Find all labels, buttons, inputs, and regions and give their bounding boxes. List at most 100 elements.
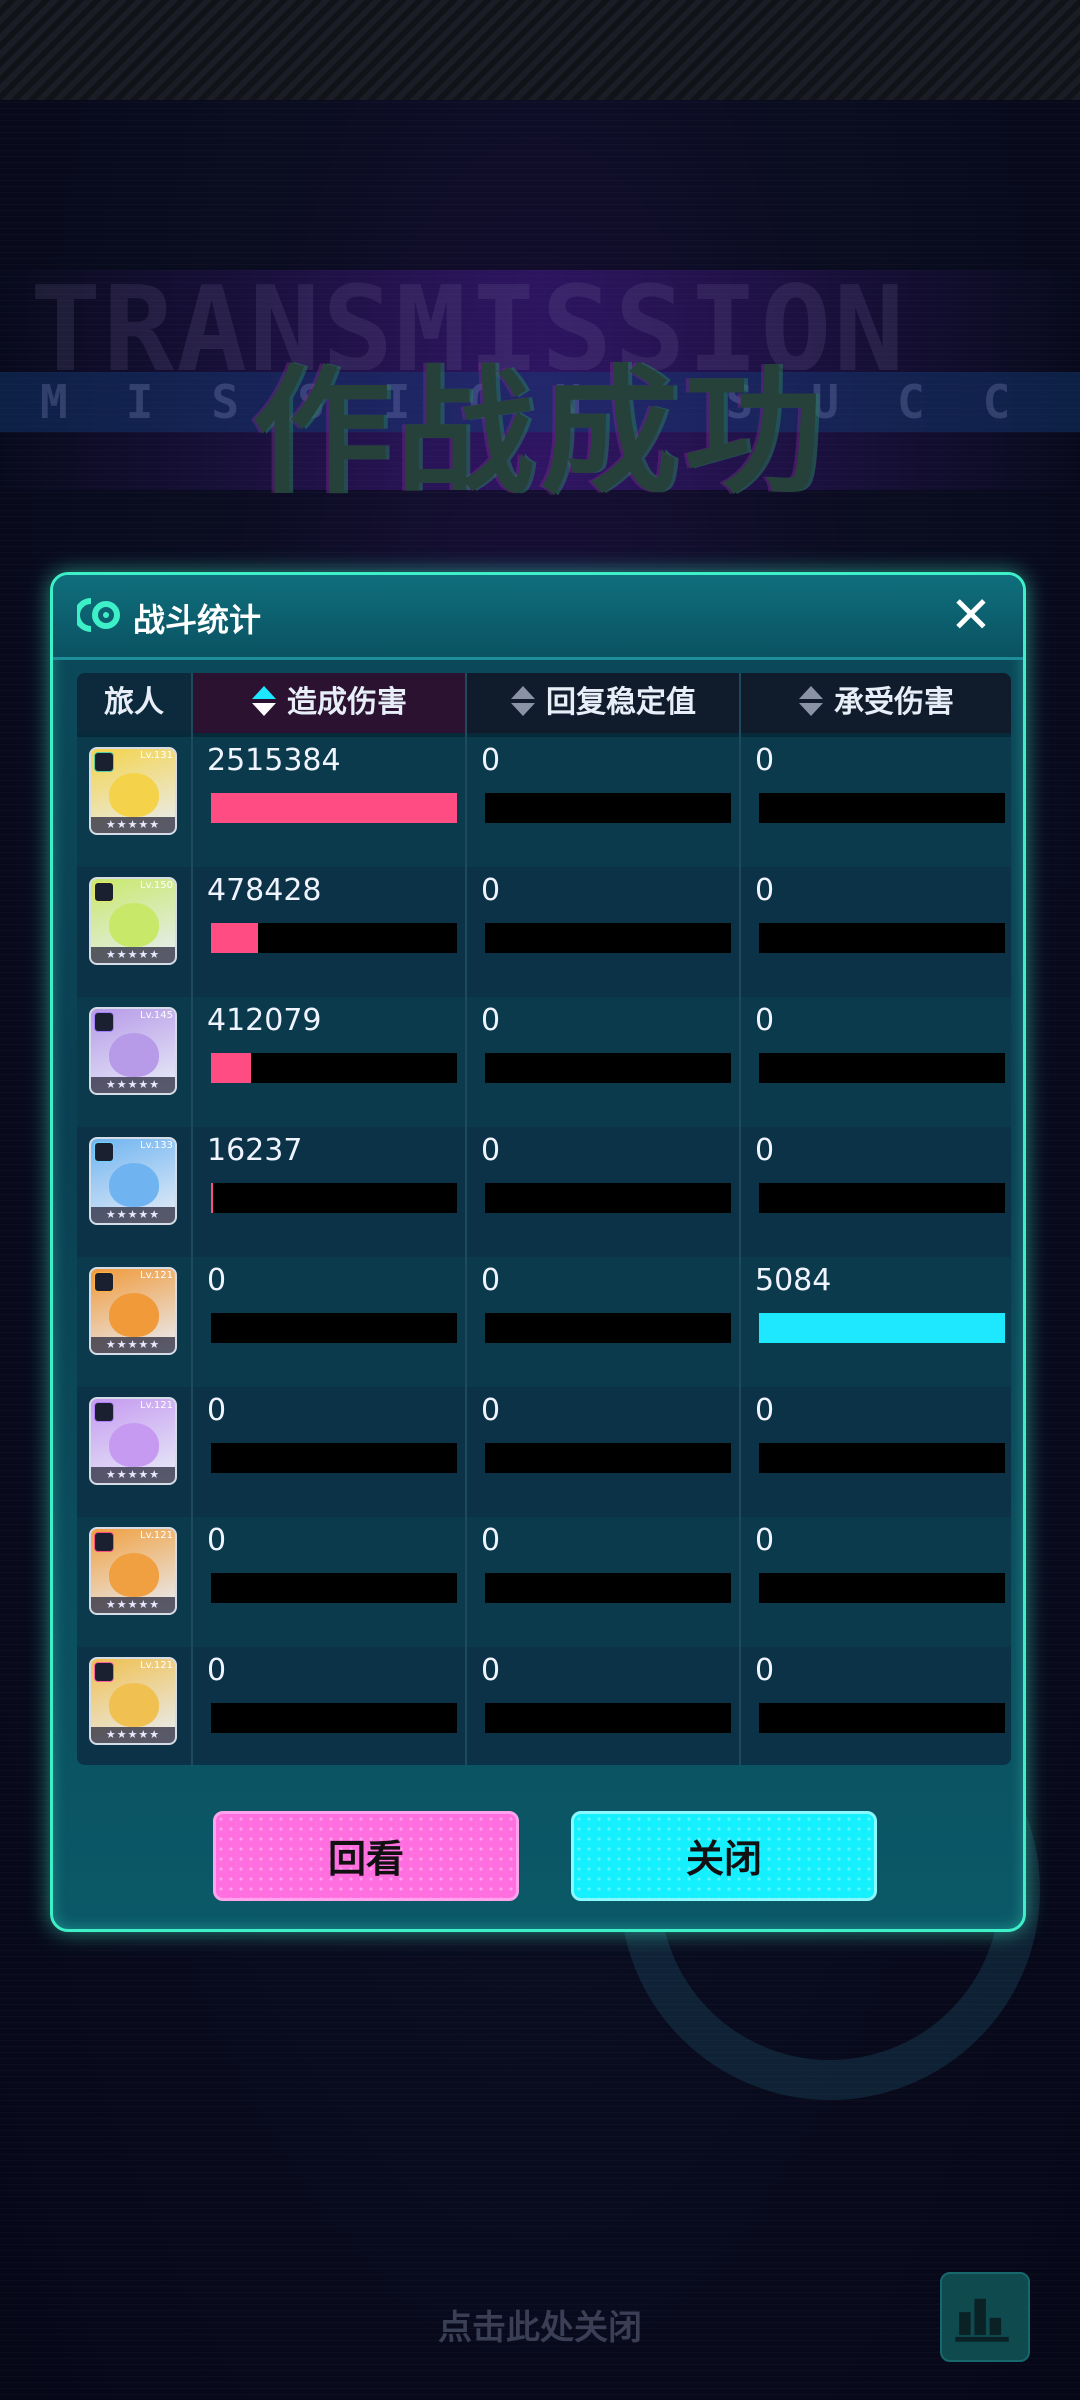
character-portrait [109, 1293, 159, 1337]
table-row: Lv.121 ★★★★★ 0 0 0 [77, 1387, 1011, 1517]
table-row: Lv.131 ★★★★★ 2515384 0 0 [77, 737, 1011, 867]
damage-taken-value: 0 [755, 873, 775, 908]
stability-restored-bar-track [485, 793, 731, 823]
column-divider [739, 673, 741, 1765]
damage-dealt-value: 412079 [207, 1003, 322, 1038]
damage-taken-value: 0 [755, 1133, 775, 1168]
stability-restored-bar-track [485, 1573, 731, 1603]
sort-icon [252, 685, 276, 716]
bar-chart-button[interactable] [940, 2272, 1030, 2362]
damage-dealt-bar-track [211, 1443, 457, 1473]
star-rating: ★★★★★ [91, 1727, 175, 1743]
stability-restored-value: 0 [481, 1003, 501, 1038]
header-damage-taken-label: 承受伤害 [834, 685, 954, 720]
star-rating: ★★★★★ [91, 1337, 175, 1353]
damage-taken-value: 0 [755, 1653, 775, 1688]
game-logo-icon [77, 598, 120, 632]
header-traveler: 旅人 [77, 673, 191, 733]
header-damage-dealt[interactable]: 造成伤害 [193, 673, 465, 733]
sort-icon [799, 685, 823, 716]
element-icon [94, 1532, 114, 1552]
star-rating: ★★★★★ [91, 1597, 175, 1613]
traveler-avatar[interactable]: Lv.121 ★★★★★ [89, 1657, 177, 1745]
stability-restored-value: 0 [481, 1263, 501, 1298]
column-divider [465, 673, 467, 1765]
element-icon [94, 1402, 114, 1422]
damage-dealt-bar-fill [211, 793, 457, 823]
element-icon [94, 752, 114, 772]
damage-dealt-value: 0 [207, 1263, 227, 1298]
character-portrait [109, 773, 159, 817]
level-label: Lv.121 [140, 1660, 173, 1671]
header-damage-dealt-label: 造成伤害 [287, 685, 407, 720]
star-rating: ★★★★★ [91, 1077, 175, 1093]
header-stability-restored[interactable]: 回复稳定值 [467, 673, 739, 733]
stability-restored-bar-track [485, 1703, 731, 1733]
replay-button[interactable]: 回看 [213, 1811, 519, 1901]
banner-title: 作战成功 [251, 352, 828, 513]
element-icon [94, 1272, 114, 1292]
traveler-avatar[interactable]: Lv.150 ★★★★★ [89, 877, 177, 965]
character-portrait [109, 1553, 159, 1597]
stability-restored-bar-track [485, 1313, 731, 1343]
table-row: Lv.121 ★★★★★ 0 0 0 [77, 1517, 1011, 1647]
close-button[interactable]: 关闭 [571, 1811, 877, 1901]
stability-restored-value: 0 [481, 743, 501, 778]
panel-header: 战斗统计 ✕ [53, 575, 1023, 660]
damage-taken-bar-fill [759, 1313, 1005, 1343]
character-portrait [109, 1163, 159, 1207]
close-icon[interactable]: ✕ [945, 589, 997, 641]
damage-taken-bar-track [759, 1443, 1005, 1473]
damage-dealt-value: 0 [207, 1393, 227, 1428]
table-row: Lv.121 ★★★★★ 0 0 5084 [77, 1257, 1011, 1387]
table-row: Lv.133 ★★★★★ 16237 0 0 [77, 1127, 1011, 1257]
stability-restored-value: 0 [481, 1133, 501, 1168]
star-rating: ★★★★★ [91, 817, 175, 833]
tap-to-close-text[interactable]: 点击此处关闭 [0, 2300, 1080, 2349]
element-icon [94, 1142, 114, 1162]
table-row: Lv.145 ★★★★★ 412079 0 0 [77, 997, 1011, 1127]
damage-dealt-bar-fill [211, 1053, 251, 1083]
traveler-avatar[interactable]: Lv.131 ★★★★★ [89, 747, 177, 835]
header-damage-taken[interactable]: 承受伤害 [741, 673, 1011, 733]
damage-dealt-value: 2515384 [207, 743, 341, 778]
damage-taken-value: 0 [755, 1393, 775, 1428]
stability-restored-bar-track [485, 1443, 731, 1473]
element-icon [94, 1012, 114, 1032]
damage-dealt-bar-track [211, 793, 457, 823]
damage-dealt-bar-track [211, 1183, 457, 1213]
traveler-avatar[interactable]: Lv.133 ★★★★★ [89, 1137, 177, 1225]
damage-dealt-bar-fill [211, 1183, 213, 1213]
damage-taken-value: 0 [755, 1003, 775, 1038]
damage-taken-bar-track [759, 923, 1005, 953]
character-portrait [109, 1033, 159, 1077]
damage-dealt-bar-track [211, 1573, 457, 1603]
stability-restored-bar-track [485, 923, 731, 953]
traveler-avatar[interactable]: Lv.145 ★★★★★ [89, 1007, 177, 1095]
stats-table: 旅人 造成伤害 回复稳定值 承受伤害 Lv.131 ★★★★★ 2515384 0 0 L… [77, 673, 1011, 1765]
stability-restored-value: 0 [481, 1653, 501, 1688]
panel-title: 战斗统计 [133, 601, 262, 639]
traveler-avatar[interactable]: Lv.121 ★★★★★ [89, 1267, 177, 1355]
stability-restored-value: 0 [481, 1393, 501, 1428]
stability-restored-bar-track [485, 1183, 731, 1213]
character-portrait [109, 903, 159, 947]
battle-stats-panel: 战斗统计 ✕ 旅人 造成伤害 回复稳定值 承受伤害 Lv.131 ★★★★★ 251… [50, 572, 1026, 1932]
star-rating: ★★★★★ [91, 1467, 175, 1483]
damage-dealt-bar-track [211, 1703, 457, 1733]
character-portrait [109, 1423, 159, 1467]
damage-taken-bar-track [759, 1703, 1005, 1733]
stability-restored-bar-track [485, 1053, 731, 1083]
stability-restored-value: 0 [481, 873, 501, 908]
traveler-avatar[interactable]: Lv.121 ★★★★★ [89, 1527, 177, 1615]
damage-dealt-value: 16237 [207, 1133, 303, 1168]
element-icon [94, 1662, 114, 1682]
damage-dealt-value: 0 [207, 1653, 227, 1688]
damage-dealt-bar-fill [211, 923, 258, 953]
traveler-avatar[interactable]: Lv.121 ★★★★★ [89, 1397, 177, 1485]
level-label: Lv.150 [140, 880, 173, 891]
damage-taken-bar-track [759, 1573, 1005, 1603]
damage-taken-bar-track [759, 793, 1005, 823]
damage-dealt-bar-track [211, 1053, 457, 1083]
character-portrait [109, 1683, 159, 1727]
